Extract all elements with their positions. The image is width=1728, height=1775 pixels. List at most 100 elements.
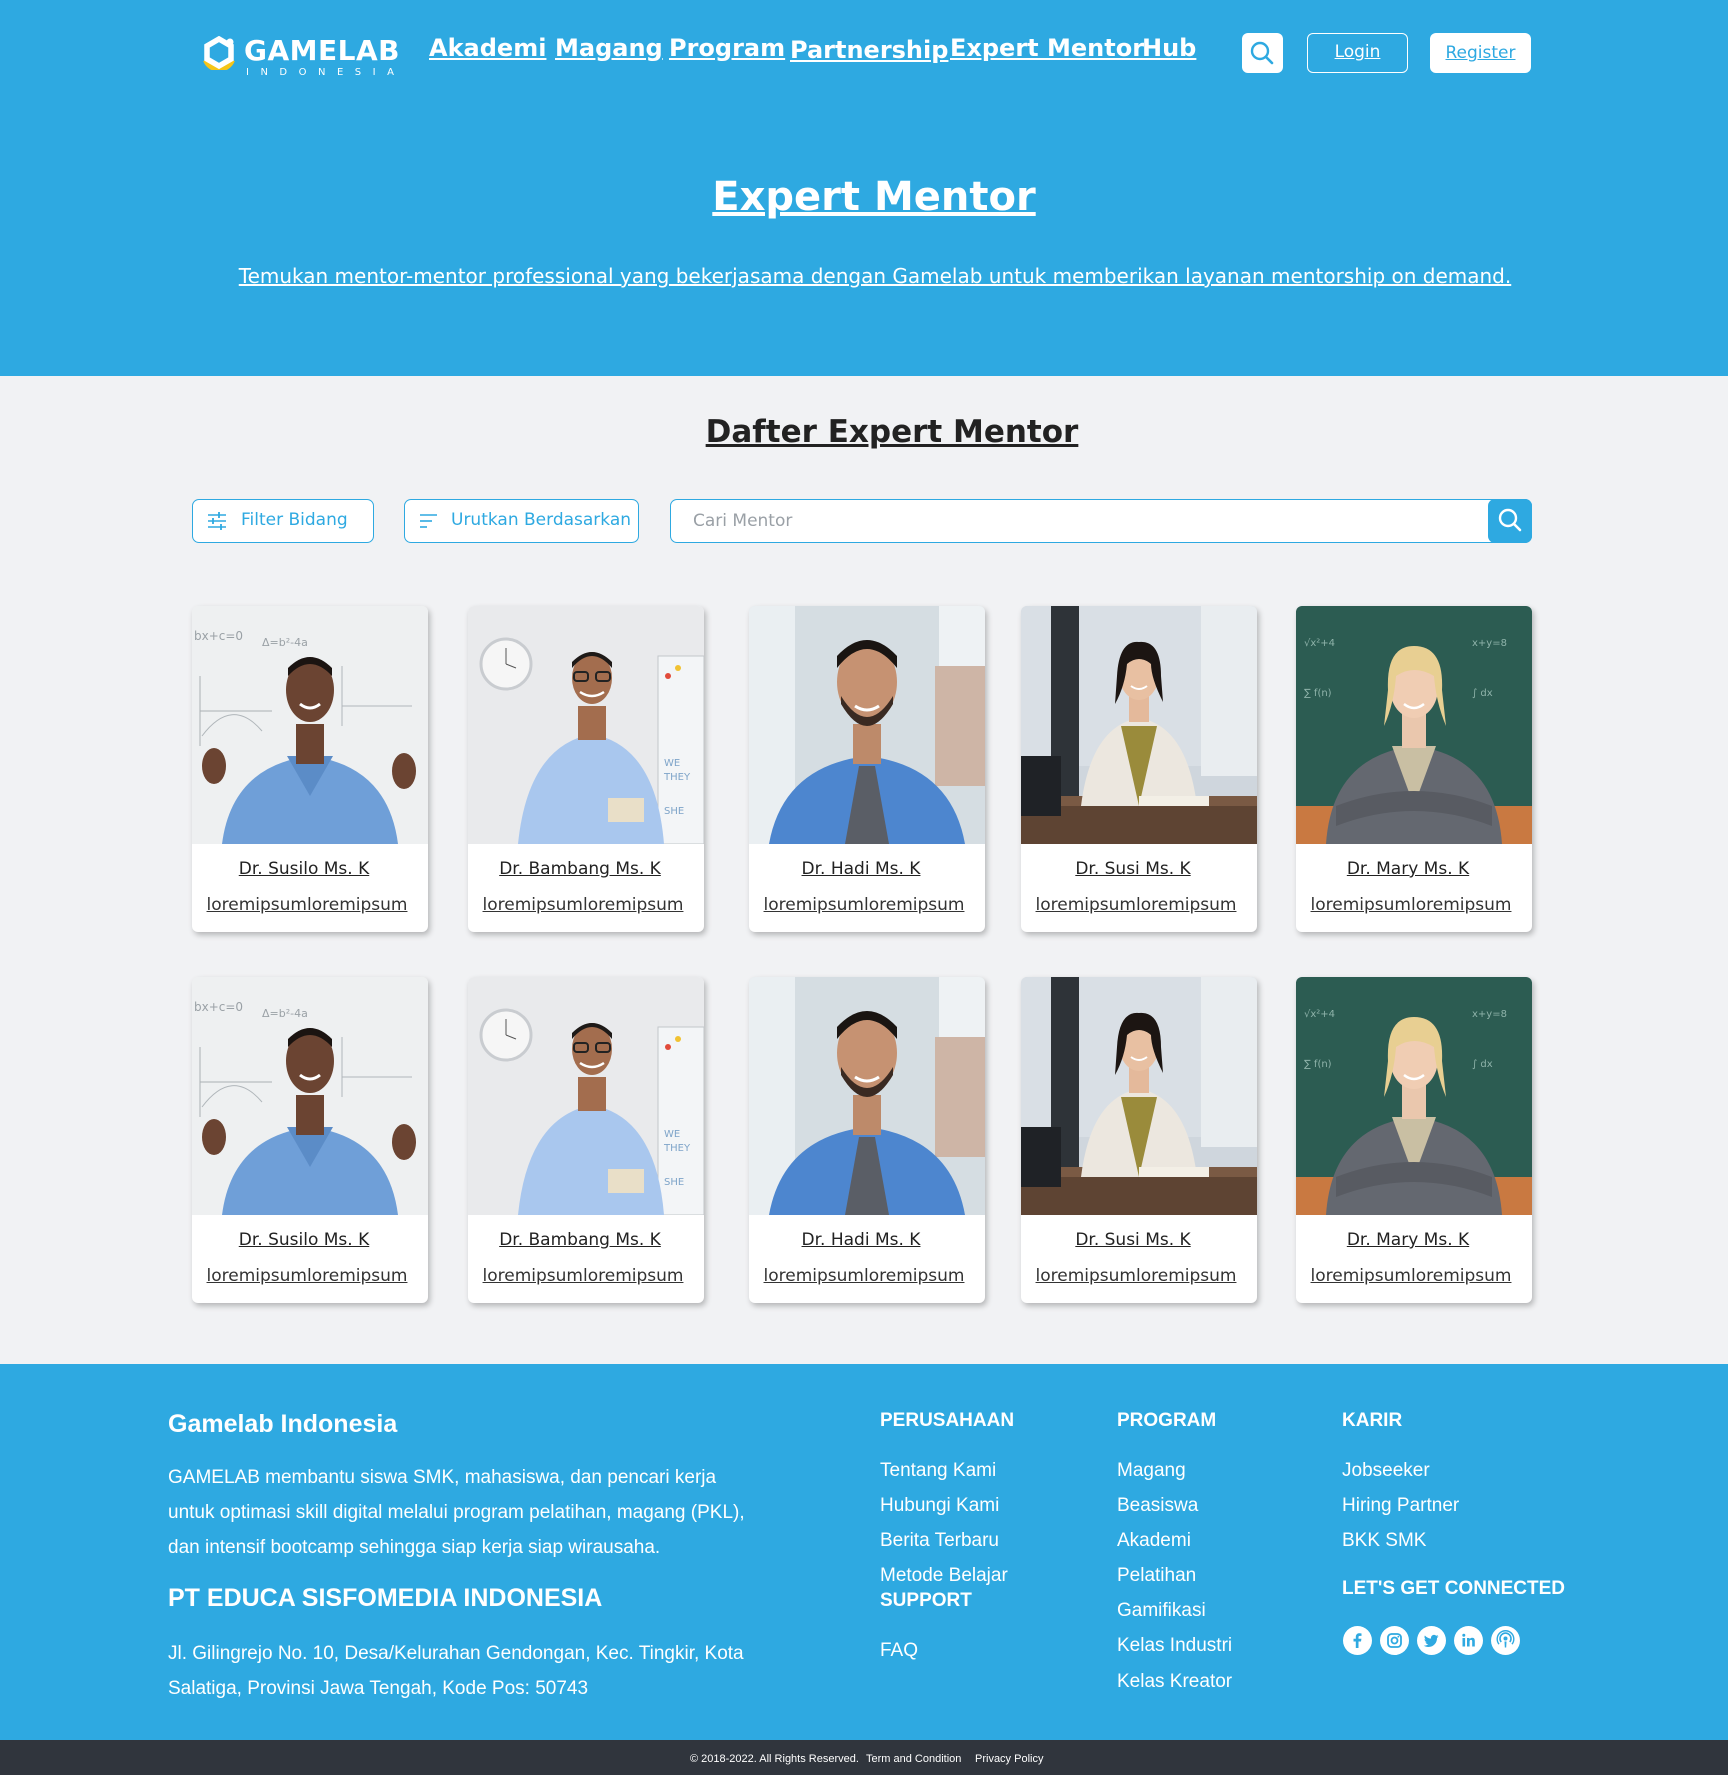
mentor-card[interactable]: Dr. Hadi Ms. K loremipsumloremipsum <box>749 977 985 1303</box>
mentor-card[interactable]: Dr. Susi Ms. K loremipsumloremipsum <box>1021 977 1257 1303</box>
footer-perusahaan-title: PERUSAHAAN <box>880 1410 1015 1431</box>
svg-text:THEY: THEY <box>663 1143 691 1154</box>
gamelab-logo[interactable]: GAMELAB INDONESIA <box>202 34 402 82</box>
svg-text:x+y=8: x+y=8 <box>1472 1009 1507 1020</box>
mentor-description: loremipsumloremipsum <box>763 1266 965 1286</box>
mentor-photo: √x²+4 ∑ f(n) x+y=8 ∫ dx <box>1296 606 1532 844</box>
sort-icon <box>420 514 437 528</box>
svg-text:SHE: SHE <box>664 806 684 817</box>
mentor-description: loremipsumloremipsum <box>206 895 408 915</box>
mentor-search-input[interactable] <box>693 508 1393 534</box>
mentor-name[interactable]: Dr. Susilo Ms. K <box>192 1230 416 1250</box>
footer-link-akademi[interactable]: Akademi <box>1117 1530 1191 1552</box>
svg-text:WE: WE <box>664 1129 680 1140</box>
footer-link-pelatihan[interactable]: Pelatihan <box>1117 1565 1196 1587</box>
mentor-description: loremipsumloremipsum <box>482 1266 684 1286</box>
footer-brand: Gamelab Indonesia <box>168 1410 398 1438</box>
page-title: Expert Mentor <box>712 174 1036 220</box>
mentor-name[interactable]: Dr. Bambang Ms. K <box>468 1230 692 1250</box>
mentor-card[interactable]: WE THEY SHE Dr. Bambang Ms. K loremipsumlore… <box>468 977 704 1303</box>
mentor-card[interactable]: Dr. Susi Ms. K loremipsumloremipsum <box>1021 606 1257 932</box>
mentor-name[interactable]: Dr. Bambang Ms. K <box>468 859 692 879</box>
footer-link-magang[interactable]: Magang <box>1117 1460 1186 1482</box>
filter-bidang-label: Filter Bidang <box>241 510 348 530</box>
svg-text:bx+c=0: bx+c=0 <box>194 1000 243 1014</box>
nav-akademi[interactable]: Akademi <box>429 34 546 62</box>
sort-label: Urutkan Berdasarkan <box>451 510 632 530</box>
logo-subtext: INDONESIA <box>246 67 406 78</box>
mentor-description: loremipsumloremipsum <box>1035 1266 1237 1286</box>
svg-text:∑ f(n): ∑ f(n) <box>1304 688 1332 699</box>
footer-link-bkk-smk[interactable]: BKK SMK <box>1342 1530 1426 1552</box>
mentor-photo: bx+c=0 Δ=b²-4a <box>192 606 428 844</box>
footer-link-hubungi-kami[interactable]: Hubungi Kami <box>880 1495 999 1517</box>
footer-link-faq[interactable]: FAQ <box>880 1640 918 1662</box>
sliders-icon <box>208 512 226 530</box>
sort-button[interactable]: Urutkan Berdasarkan <box>404 499 639 543</box>
mentor-photo <box>1021 977 1257 1215</box>
mentor-photo <box>749 606 985 844</box>
privacy-link[interactable]: Privacy Policy <box>975 1753 1043 1765</box>
hero-section: GAMELAB INDONESIA Akademi Magang Program… <box>0 0 1728 376</box>
logo-text: GAMELAB <box>244 34 400 67</box>
svg-text:SHE: SHE <box>664 1177 684 1188</box>
mentor-description: loremipsumloremipsum <box>206 1266 408 1286</box>
login-button[interactable]: Login <box>1307 33 1408 73</box>
nav-hub[interactable]: Hub <box>1142 34 1196 62</box>
mentor-name[interactable]: Dr. Mary Ms. K <box>1296 1230 1520 1250</box>
mentor-card[interactable]: bx+c=0 Δ=b²-4a Dr. Susilo Ms. K loremipsuml… <box>192 977 428 1303</box>
svg-text:∫ dx: ∫ dx <box>1472 1059 1493 1070</box>
svg-text:Δ=b²-4a: Δ=b²-4a <box>262 636 308 649</box>
svg-text:√x²+4: √x²+4 <box>1304 638 1335 649</box>
svg-text:WE: WE <box>664 758 680 769</box>
mentor-description: loremipsumloremipsum <box>1310 895 1512 915</box>
facebook-icon[interactable] <box>1343 1626 1372 1655</box>
mentor-name[interactable]: Dr. Susi Ms. K <box>1021 1230 1245 1250</box>
mentor-card[interactable]: WE THEY SHE Dr. Bambang Ms. K loremipsumlore… <box>468 606 704 932</box>
mentor-card[interactable]: bx+c=0 Δ=b²-4a Dr. Susilo Ms. K loremipsuml… <box>192 606 428 932</box>
nav-program[interactable]: Program <box>669 34 785 62</box>
mentor-card[interactable]: √x²+4 ∑ f(n) x+y=8 ∫ dx Dr. Mary Ms. K loremi… <box>1296 606 1532 932</box>
footer-link-gamifikasi[interactable]: Gamifikasi <box>1117 1600 1206 1622</box>
mentor-card[interactable]: Dr. Hadi Ms. K loremipsumloremipsum <box>749 606 985 932</box>
mentor-name[interactable]: Dr. Hadi Ms. K <box>749 1230 973 1250</box>
podcast-icon[interactable] <box>1491 1626 1520 1655</box>
register-button[interactable]: Register <box>1430 33 1531 73</box>
page-subtitle: Temukan mentor-mentor professional yang … <box>238 264 1512 288</box>
search-icon <box>1498 508 1522 531</box>
footer-link-beasiswa[interactable]: Beasiswa <box>1117 1495 1198 1517</box>
header-search-button[interactable] <box>1242 33 1283 73</box>
footer-link-kelas-kreator[interactable]: Kelas Kreator <box>1117 1671 1232 1693</box>
instagram-icon[interactable] <box>1380 1626 1409 1655</box>
svg-text:∑ f(n): ∑ f(n) <box>1304 1059 1332 1070</box>
mentor-name[interactable]: Dr. Susilo Ms. K <box>192 859 416 879</box>
mentor-photo: √x²+4 ∑ f(n) x+y=8 ∫ dx <box>1296 977 1532 1215</box>
footer-link-metode-belajar[interactable]: Metode Belajar <box>880 1565 1008 1587</box>
svg-text:Δ=b²-4a: Δ=b²-4a <box>262 1007 308 1020</box>
mentor-search-button[interactable] <box>1488 498 1532 543</box>
mentor-card[interactable]: √x²+4 ∑ f(n) x+y=8 ∫ dx Dr. Mary Ms. K loremi… <box>1296 977 1532 1303</box>
mentor-search <box>670 498 1532 543</box>
terms-link[interactable]: Term and Condition <box>866 1753 961 1765</box>
filter-bidang-button[interactable]: Filter Bidang <box>192 499 374 543</box>
footer-col-program: PROGRAM Magang Beasiswa Akademi Pelatiha… <box>1117 1410 1232 1692</box>
mentor-list-title: Dafter Expert Mentor <box>705 414 1079 450</box>
mentor-photo: WE THEY SHE <box>468 606 704 844</box>
mentor-description: loremipsumloremipsum <box>763 895 965 915</box>
twitter-icon[interactable] <box>1417 1626 1446 1655</box>
footer-connected-title: LET'S GET CONNECTED <box>1342 1578 1566 1599</box>
mentor-name[interactable]: Dr. Hadi Ms. K <box>749 859 973 879</box>
footer-link-tentang-kami[interactable]: Tentang Kami <box>880 1460 996 1482</box>
nav-expert-mentor[interactable]: Expert Mentor <box>950 34 1144 62</box>
footer-link-berita-terbaru[interactable]: Berita Terbaru <box>880 1530 999 1552</box>
footer-link-jobseeker[interactable]: Jobseeker <box>1342 1460 1430 1482</box>
mentor-photo <box>1021 606 1257 844</box>
footer-link-kelas-industri[interactable]: Kelas Industri <box>1117 1635 1232 1657</box>
nav-magang[interactable]: Magang <box>555 34 663 62</box>
footer-link-hiring-partner[interactable]: Hiring Partner <box>1342 1495 1459 1517</box>
nav-partnership[interactable]: Partnership <box>790 36 948 64</box>
mentor-name[interactable]: Dr. Mary Ms. K <box>1296 859 1520 879</box>
mentor-name[interactable]: Dr. Susi Ms. K <box>1021 859 1245 879</box>
linkedin-icon[interactable] <box>1454 1626 1483 1655</box>
footer-support-title: SUPPORT <box>880 1590 972 1611</box>
